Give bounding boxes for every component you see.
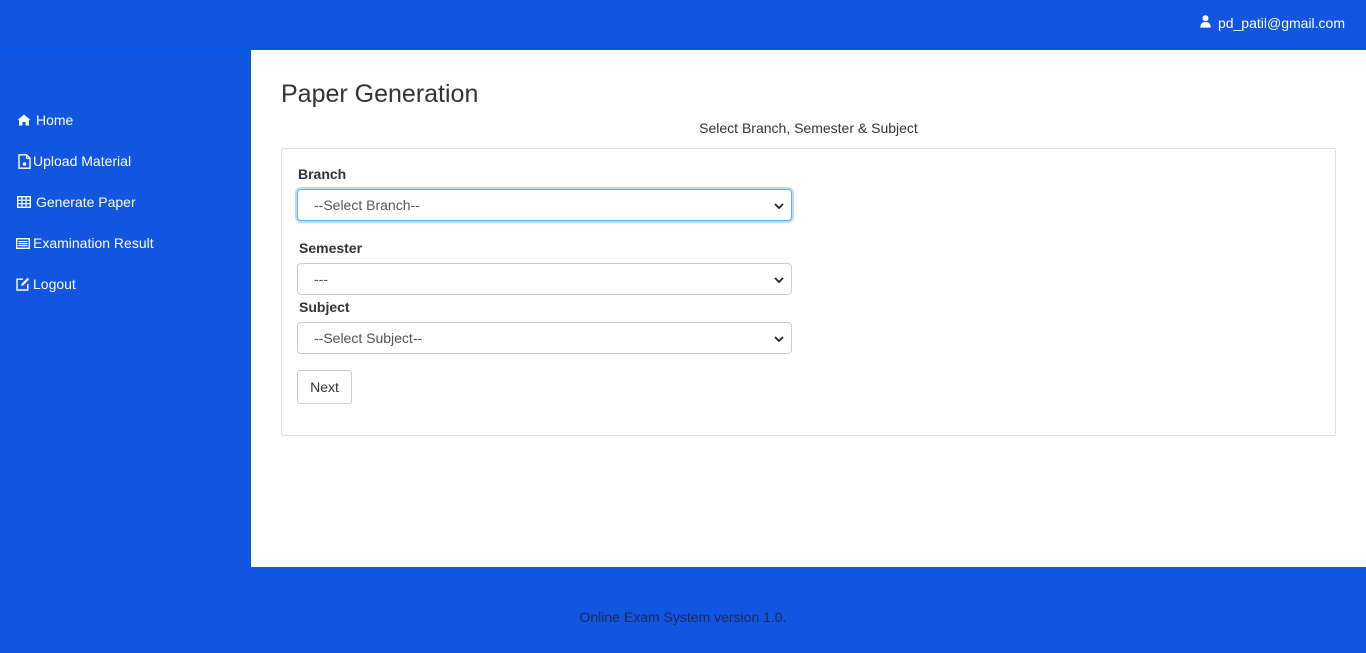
- chevron-down-icon: [773, 199, 785, 211]
- subject-label: Subject: [299, 299, 350, 315]
- user-menu[interactable]: pd_patil@gmail.com: [1200, 15, 1345, 31]
- branch-select-value: --Select Branch--: [314, 197, 420, 213]
- subject-select-value: --Select Subject--: [314, 330, 423, 346]
- main-content: Paper Generation Select Branch, Semester…: [251, 50, 1366, 567]
- top-navbar: pd_patil@gmail.com: [0, 0, 1366, 50]
- list-icon: [15, 235, 31, 251]
- semester-label: Semester: [299, 240, 363, 256]
- footer: Online Exam System version 1.0.: [0, 567, 1366, 653]
- footer-text: Online Exam System version 1.0.: [579, 609, 787, 625]
- semester-select-value: ---: [314, 271, 328, 287]
- sidebar-item-home[interactable]: Home: [16, 112, 73, 128]
- sidebar-item-label: Home: [36, 112, 74, 128]
- user-email: pd_patil@gmail.com: [1217, 15, 1345, 31]
- semester-select[interactable]: ---: [297, 263, 792, 295]
- sidebar-item-examination-result[interactable]: Examination Result: [15, 235, 154, 251]
- sidebar: Home Upload Material Generate Paper Exam…: [0, 50, 251, 567]
- selection-form-panel: Branch --Select Branch-- Semester --- Su…: [281, 148, 1336, 436]
- chevron-down-icon: [773, 332, 785, 344]
- page-subtitle: Select Branch, Semester & Subject: [699, 120, 918, 136]
- table-icon: [16, 194, 32, 210]
- sidebar-item-logout[interactable]: Logout: [15, 276, 76, 292]
- branch-label: Branch: [298, 166, 347, 182]
- sidebar-item-upload-material[interactable]: Upload Material: [16, 153, 131, 169]
- branch-select[interactable]: --Select Branch--: [297, 189, 792, 221]
- subject-select[interactable]: --Select Subject--: [297, 322, 792, 354]
- sidebar-item-label: Generate Paper: [36, 194, 136, 210]
- sidebar-item-generate-paper[interactable]: Generate Paper: [16, 194, 136, 210]
- sidebar-item-label: Logout: [33, 276, 76, 292]
- file-icon: [16, 153, 32, 169]
- home-icon: [16, 112, 32, 128]
- sidebar-item-label: Upload Material: [33, 153, 132, 169]
- next-button[interactable]: Next: [297, 370, 352, 404]
- user-icon: [1200, 15, 1211, 31]
- chevron-down-icon: [773, 273, 785, 285]
- sidebar-item-label: Examination Result: [33, 235, 154, 251]
- edit-icon: [15, 276, 31, 292]
- page-title: Paper Generation: [281, 80, 479, 108]
